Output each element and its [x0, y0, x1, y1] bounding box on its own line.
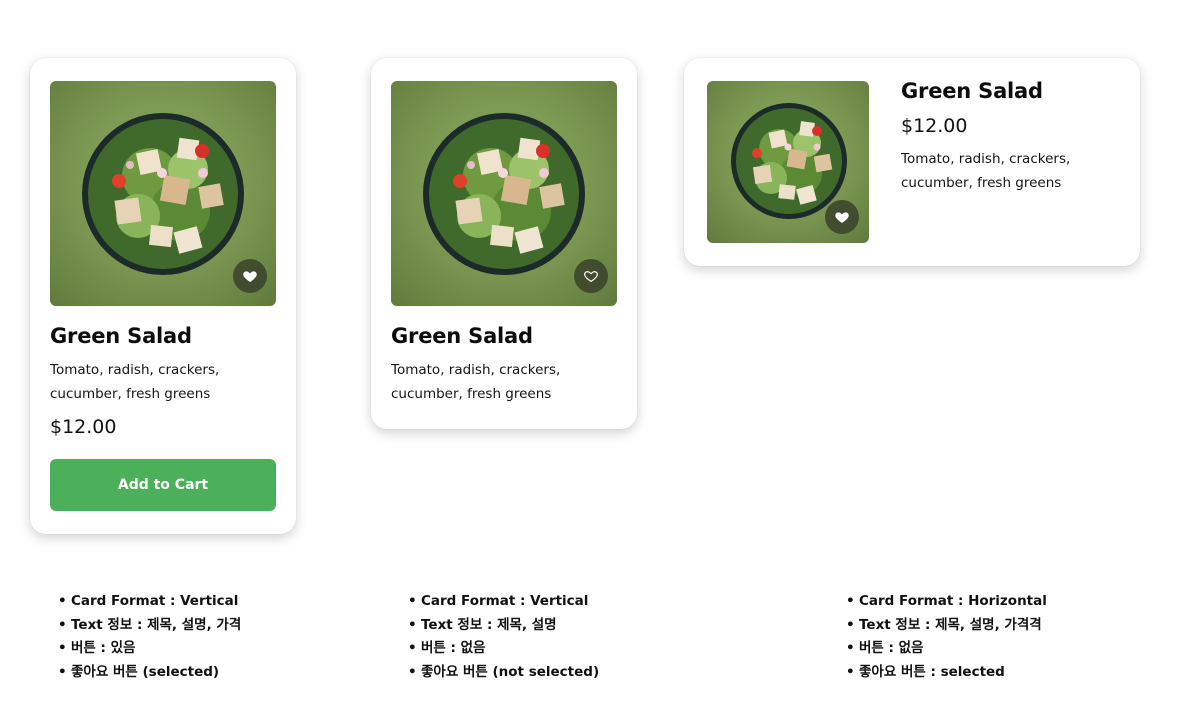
product-card-vertical-with-button[interactable]: Green Salad Tomato, radish, crackers, cu…: [30, 58, 296, 534]
product-price: $12.00: [901, 115, 968, 137]
product-title: Green Salad: [901, 79, 1043, 103]
product-title: Green Salad: [391, 324, 533, 348]
card-spec-notes: Card Format : Vertical Text 정보 : 제목, 설명 …: [408, 590, 599, 684]
spec-note: 좋아요 버튼 (not selected): [408, 661, 599, 685]
heart-filled-icon: [243, 271, 257, 282]
salad-photo: [707, 81, 869, 243]
spec-note: 좋아요 버튼 : selected: [846, 661, 1047, 685]
spec-note: Text 정보 : 제목, 설명, 가격: [58, 614, 241, 638]
salad-photo: [50, 81, 276, 306]
product-description: Tomato, radish, crackers, cucumber, fres…: [901, 151, 1071, 191]
card-spec-notes: Card Format : Horizontal Text 정보 : 제목, 설…: [846, 590, 1047, 684]
spec-note: 좋아요 버튼 (selected): [58, 661, 241, 685]
spec-note: 버튼 : 없음: [846, 637, 1047, 661]
product-card-vertical[interactable]: Green Salad Tomato, radish, crackers, cu…: [371, 58, 637, 429]
spec-note: Text 정보 : 제목, 설명, 가격격: [846, 614, 1047, 638]
spec-note: Card Format : Horizontal: [846, 590, 1047, 614]
product-price: $12.00: [50, 416, 117, 438]
spec-note: Text 정보 : 제목, 설명: [408, 614, 599, 638]
spec-note: Card Format : Vertical: [58, 590, 241, 614]
heart-filled-icon: [835, 212, 849, 223]
spec-note: Card Format : Vertical: [408, 590, 599, 614]
product-title: Green Salad: [50, 324, 192, 348]
favorite-button[interactable]: [825, 200, 859, 234]
heart-outline-icon: [584, 271, 598, 282]
add-to-cart-button[interactable]: Add to Cart: [50, 459, 276, 511]
favorite-button[interactable]: [574, 259, 608, 293]
spec-note: 버튼 : 있음: [58, 637, 241, 661]
product-description: Tomato, radish, crackers, cucumber, fres…: [391, 362, 561, 402]
spec-note: 버튼 : 없음: [408, 637, 599, 661]
product-description: Tomato, radish, crackers, cucumber, fres…: [50, 362, 220, 402]
card-spec-notes: Card Format : Vertical Text 정보 : 제목, 설명,…: [58, 590, 241, 684]
favorite-button[interactable]: [233, 259, 267, 293]
product-card-horizontal[interactable]: Green Salad $12.00 Tomato, radish, crack…: [684, 58, 1140, 266]
salad-photo: [391, 81, 617, 306]
